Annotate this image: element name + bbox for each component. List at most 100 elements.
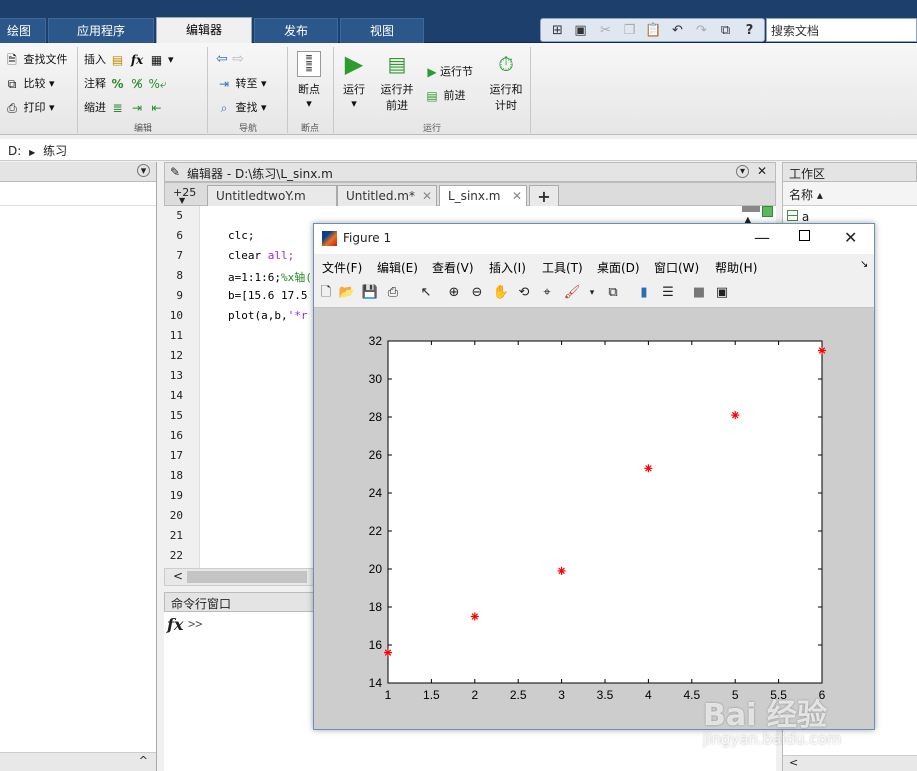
- menu-insert[interactable]: 插入(I): [489, 259, 526, 276]
- data-point[interactable]: [470, 612, 479, 621]
- data-cursor-icon[interactable]: ⌖: [538, 284, 556, 302]
- scatter-chart[interactable]: 1 1.5 2 2.5 3 3.5 4 4.5 5 5.5 61416182022242628303…: [314, 308, 874, 729]
- code-line-6[interactable]: clc;: [228, 229, 255, 242]
- pan-hand-icon[interactable]: ✋: [492, 284, 510, 302]
- code-line-10[interactable]: plot(a,b,'*r: [228, 309, 307, 322]
- workspace-horizontal-scrollbar[interactable]: <: [783, 755, 917, 771]
- tab-editor[interactable]: 编辑器: [156, 17, 252, 44]
- minimize-icon[interactable]: —: [754, 228, 770, 247]
- indent-button[interactable]: 缩进 ≣ ⇥ ⇤: [84, 99, 165, 116]
- tab-publish[interactable]: 发布: [254, 18, 338, 43]
- code-line-8[interactable]: a=1:1:6;%x轴(: [228, 269, 312, 285]
- tab-untitled[interactable]: Untitled.m* ✕: [337, 185, 437, 207]
- scrollbar-thumb[interactable]: [187, 571, 307, 583]
- current-folder-bar[interactable]: D: ▶ 练习: [0, 139, 917, 161]
- tab-view[interactable]: 视图: [340, 18, 424, 43]
- chevron-down-icon[interactable]: ▼: [179, 196, 185, 205]
- editor-menu-icon[interactable]: ▾: [736, 165, 749, 178]
- data-point[interactable]: [818, 346, 826, 355]
- details-bar[interactable]: ^: [0, 752, 156, 771]
- link-plot-icon[interactable]: ⧉: [604, 284, 622, 302]
- copy-icon[interactable]: ❐: [621, 22, 638, 39]
- figure-window[interactable]: Figure 1 — ✕ 文件(F) 编辑(E) 查看(V) 插入(I) 工具(…: [313, 223, 875, 730]
- save-icon[interactable]: 💾: [361, 284, 379, 302]
- pointer-icon[interactable]: ↖: [417, 284, 435, 302]
- run-and-time-button[interactable]: ⏱ 运行和 计时: [488, 51, 524, 113]
- menu-desktop[interactable]: 桌面(D): [597, 259, 640, 276]
- panel-menu-icon[interactable]: ▾: [137, 164, 150, 177]
- scroll-left-icon[interactable]: <: [173, 569, 183, 583]
- run-section-button[interactable]: ▶ 运行节: [424, 63, 473, 80]
- insert-button[interactable]: 插入 ▤ fx ▦ ▾: [84, 51, 174, 68]
- find-files-button[interactable]: 🗎 查找文件: [4, 51, 67, 68]
- close-icon[interactable]: ✕: [512, 189, 522, 203]
- menu-file[interactable]: 文件(F): [322, 259, 362, 276]
- legend-icon[interactable]: ☰: [659, 284, 677, 302]
- code-analyzer-status-icon[interactable]: [762, 206, 773, 217]
- fx-icon[interactable]: fx: [167, 615, 183, 634]
- close-icon[interactable]: ✕: [844, 228, 857, 247]
- forward-arrow-icon[interactable]: ⇨: [232, 51, 244, 67]
- undo-icon[interactable]: ↶: [669, 22, 686, 39]
- figure-title-bar[interactable]: Figure 1 — ✕: [314, 224, 874, 254]
- redo-icon[interactable]: ↷: [693, 22, 710, 39]
- close-icon[interactable]: ✕: [757, 164, 767, 178]
- figure-title: Figure 1: [343, 231, 392, 245]
- code-token: plot(a,b,: [228, 309, 288, 322]
- paste-icon[interactable]: 📋: [645, 22, 662, 39]
- tab-untitledtwoy[interactable]: UntitledtwoY.m: [207, 185, 337, 207]
- scroll-left-icon[interactable]: <: [789, 756, 798, 769]
- data-point[interactable]: [384, 648, 392, 657]
- menu-tools[interactable]: 工具(T): [542, 259, 583, 276]
- open-folder-icon[interactable]: 📂: [338, 284, 356, 302]
- rotate-3d-icon[interactable]: ⟲: [515, 284, 533, 302]
- compare-button[interactable]: ⧉ 比较 ▾: [4, 75, 55, 92]
- run-button[interactable]: ▶ 运行 ▾: [341, 51, 367, 110]
- menu-window[interactable]: 窗口(W): [654, 259, 699, 276]
- maximize-icon[interactable]: [799, 230, 810, 241]
- zoom-out-icon[interactable]: ⊖: [468, 284, 486, 302]
- data-point[interactable]: [644, 464, 653, 473]
- print-icon[interactable]: ⎙: [384, 284, 402, 302]
- switch-windows-icon[interactable]: ⧉: [717, 22, 734, 39]
- tab-plots[interactable]: 绘图: [0, 18, 46, 43]
- brush-icon[interactable]: 🖌: [563, 284, 581, 302]
- zoom-in-icon[interactable]: ⊕: [445, 284, 463, 302]
- new-figure-icon[interactable]: 🗋: [317, 284, 335, 302]
- back-forward-buttons[interactable]: ⇦ ⇨: [216, 51, 244, 67]
- search-documentation-input[interactable]: 搜索文档: [766, 18, 917, 42]
- drive-crumb[interactable]: D:: [8, 144, 21, 158]
- layout-icon[interactable]: ⊞: [549, 22, 566, 39]
- advance-button[interactable]: ▤ 前进: [424, 87, 465, 104]
- menu-help[interactable]: 帮助(H): [715, 259, 757, 276]
- menu-view[interactable]: 查看(V): [432, 259, 474, 276]
- chevron-up-icon[interactable]: ^: [139, 754, 148, 767]
- chevron-down-icon[interactable]: ▾: [583, 284, 601, 302]
- close-icon[interactable]: ✕: [422, 189, 432, 203]
- goto-button[interactable]: ⇥ 转至 ▾: [216, 75, 267, 92]
- code-line-9[interactable]: b=[15.6 17.5: [228, 289, 307, 302]
- run-and-advance-button[interactable]: ▤ 运行并 前进: [379, 51, 415, 113]
- cut-icon[interactable]: ✂: [597, 22, 614, 39]
- show-plot-tools-icon[interactable]: ▣: [713, 284, 731, 302]
- back-arrow-icon[interactable]: ⇦: [216, 51, 228, 67]
- breakpoints-button[interactable]: ≡ ≡ ≡ 断点 ▾: [296, 51, 322, 110]
- hide-plot-tools-icon[interactable]: ■: [690, 284, 708, 302]
- folder-crumb[interactable]: 练习: [43, 144, 67, 158]
- find-button[interactable]: ⌕ 查找 ▾: [216, 99, 267, 116]
- tab-apps[interactable]: 应用程序: [48, 18, 154, 43]
- colorbar-icon[interactable]: ▮: [635, 284, 653, 302]
- help-icon[interactable]: ?: [741, 22, 758, 39]
- menu-dock-icon[interactable]: ↘: [860, 259, 868, 270]
- comment-button[interactable]: 注释 % %̸ %⤶: [84, 75, 167, 92]
- new-tab-button[interactable]: +: [529, 185, 559, 207]
- data-point[interactable]: [731, 411, 740, 420]
- menu-edit[interactable]: 编辑(E): [377, 259, 418, 276]
- print-button[interactable]: ⎙ 打印 ▾: [4, 99, 54, 116]
- workspace-var-row[interactable]: a: [787, 210, 809, 224]
- save-icon[interactable]: ▣: [572, 22, 589, 39]
- plot-area[interactable]: 1 1.5 2 2.5 3 3.5 4 4.5 5 5.5 6 14 16 18 20 22 24 26 28 30 3…: [314, 308, 874, 729]
- code-line-7[interactable]: clear all;: [228, 249, 294, 262]
- tab-l-sinx[interactable]: L_sinx.m ✕: [439, 185, 527, 208]
- workspace-column-header[interactable]: 名称 ▴: [783, 182, 917, 206]
